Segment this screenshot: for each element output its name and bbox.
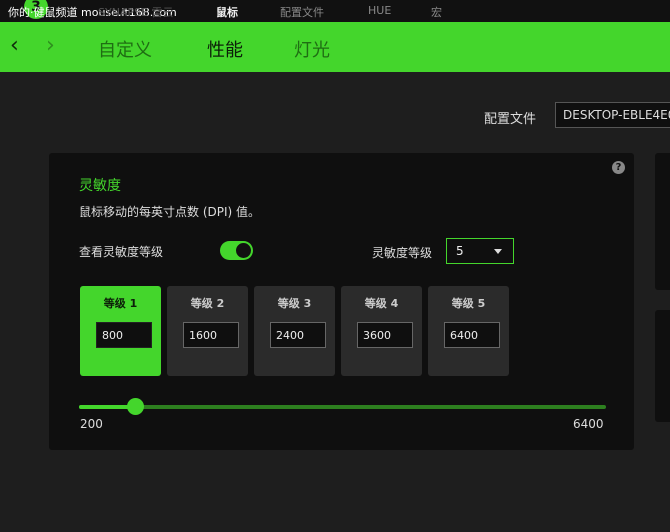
side-panel-top [655, 153, 670, 290]
tab-hue[interactable]: HUE [368, 4, 391, 17]
dpi-stages: 等级 1 等级 2 等级 3 等级 4 等级 5 [80, 286, 510, 376]
sub-nav-bar: ‹ › 自定义 性能 灯光 [0, 22, 670, 72]
tab-synapse[interactable]: SYNAPSE 雷云 [98, 4, 174, 20]
dpi-stage-input[interactable] [444, 322, 500, 348]
forward-arrow-icon[interactable]: › [46, 34, 55, 58]
side-panel-bottom [655, 310, 670, 422]
tab-macro[interactable]: 宏 [431, 4, 442, 20]
dpi-stage-label: 等级 2 [190, 297, 225, 310]
dpi-stage-5[interactable]: 等级 5 [428, 286, 509, 376]
dpi-stage-1[interactable]: 等级 1 [80, 286, 161, 376]
caret-down-icon [494, 249, 502, 254]
dpi-stage-label: 等级 5 [451, 297, 486, 310]
dpi-stage-input[interactable] [96, 322, 152, 348]
dpi-stage-input[interactable] [183, 322, 239, 348]
sensitivity-title: 灵敏度 [79, 178, 121, 194]
view-levels-label: 查看灵敏度等级 [79, 245, 164, 259]
dpi-stage-2[interactable]: 等级 2 [167, 286, 248, 376]
tab-profiles[interactable]: 配置文件 [280, 4, 324, 20]
back-arrow-icon[interactable]: ‹ [10, 34, 19, 58]
dpi-slider-track[interactable] [79, 405, 606, 409]
dpi-stage-4[interactable]: 等级 4 [341, 286, 422, 376]
profile-dropdown[interactable]: DESKTOP-EBLE4E0 [555, 102, 670, 128]
dpi-stage-3[interactable]: 等级 3 [254, 286, 335, 376]
tab-customize[interactable]: 自定义 [98, 36, 152, 62]
dpi-stage-input[interactable] [270, 322, 326, 348]
tab-mouse[interactable]: 鼠标 [216, 4, 238, 20]
dpi-stage-label: 等级 3 [277, 297, 312, 310]
dpi-slider-thumb[interactable] [127, 398, 144, 415]
sensitivity-levels-dropdown[interactable]: 5 [446, 238, 514, 264]
sensitivity-description: 鼠标移动的每英寸点数 (DPI) 值。 [79, 205, 261, 219]
help-icon[interactable]: ? [612, 161, 625, 174]
dpi-slider-max: 6400 [573, 417, 604, 431]
dpi-stage-label: 等级 1 [103, 297, 138, 310]
toggle-knob [236, 243, 251, 258]
dpi-slider-min: 200 [80, 417, 103, 431]
sensitivity-levels-label: 灵敏度等级 [372, 246, 433, 260]
sensitivity-levels-value: 5 [456, 244, 464, 258]
profile-label: 配置文件 [484, 112, 537, 127]
view-levels-toggle[interactable] [220, 241, 253, 260]
top-bar: 3 你的·健鼠频道 mouse.it168.com SYNAPSE 雷云 鼠标 … [0, 0, 670, 22]
tab-performance[interactable]: 性能 [207, 36, 243, 62]
tab-lighting[interactable]: 灯光 [294, 36, 330, 62]
dpi-stage-label: 等级 4 [364, 297, 399, 310]
dpi-stage-input[interactable] [357, 322, 413, 348]
